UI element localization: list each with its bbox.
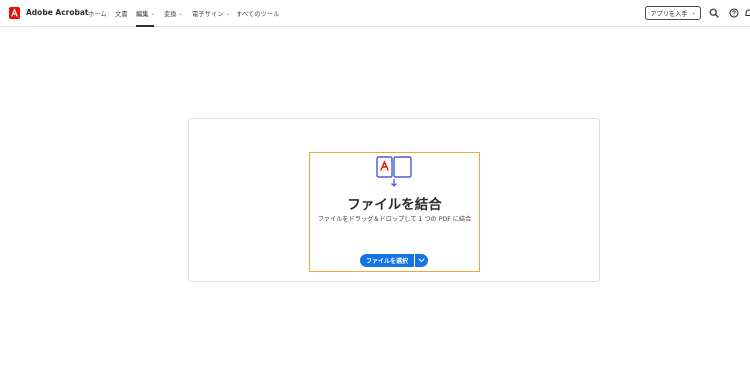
chevron-down-icon: ⌄: [178, 10, 183, 17]
drop-zone-title: ファイルを結合: [347, 197, 442, 213]
nav-home-label: ホーム: [88, 11, 107, 18]
chevron-down-icon: ⌄: [691, 10, 696, 16]
combine-pdf-icon: [376, 156, 412, 187]
nav-convert[interactable]: 変換 ⌄: [164, 9, 183, 19]
active-nav-indicator: [136, 25, 154, 27]
nav-edit-label: 編集: [136, 11, 149, 18]
nav-home[interactable]: ホーム: [88, 9, 107, 18]
nav-all-tools[interactable]: すべてのツール: [236, 9, 279, 18]
nav-documents-label: 文書: [115, 11, 128, 18]
notifications-icon[interactable]: [744, 8, 750, 18]
acrobat-logo-icon: [11, 8, 18, 17]
help-icon[interactable]: [729, 8, 739, 18]
nav-e-sign[interactable]: 電子サイン ⌄: [192, 9, 230, 19]
get-app-button[interactable]: アプリを入手 ⌄: [645, 6, 701, 20]
search-icon[interactable]: [709, 8, 719, 18]
nav-all-tools-label: すべてのツール: [236, 11, 280, 18]
drop-zone-subtitle: ファイルをドラッグ＆ドロップして 1 つの PDF に結合: [317, 216, 472, 223]
select-files-button[interactable]: ファイルを選択: [360, 254, 414, 267]
chevron-down-icon: ⌄: [225, 10, 230, 17]
top-bar: Adobe Acrobat ホーム 文書 編集 ⌄ 変換 ⌄ 電子サイン ⌄ す…: [0, 0, 750, 27]
app-name[interactable]: Adobe Acrobat: [26, 8, 89, 17]
get-app-label: アプリを入手: [650, 10, 688, 18]
chevron-down-icon: [418, 258, 425, 263]
nav-convert-label: 変換: [164, 11, 177, 18]
nav-e-sign-label: 電子サイン: [192, 11, 224, 18]
nav-documents[interactable]: 文書: [115, 9, 128, 18]
select-files-dropdown-button[interactable]: [415, 254, 428, 267]
acrobat-logo[interactable]: [9, 7, 20, 19]
nav-edit[interactable]: 編集 ⌄: [136, 9, 155, 19]
chevron-down-icon: ⌄: [150, 10, 155, 17]
